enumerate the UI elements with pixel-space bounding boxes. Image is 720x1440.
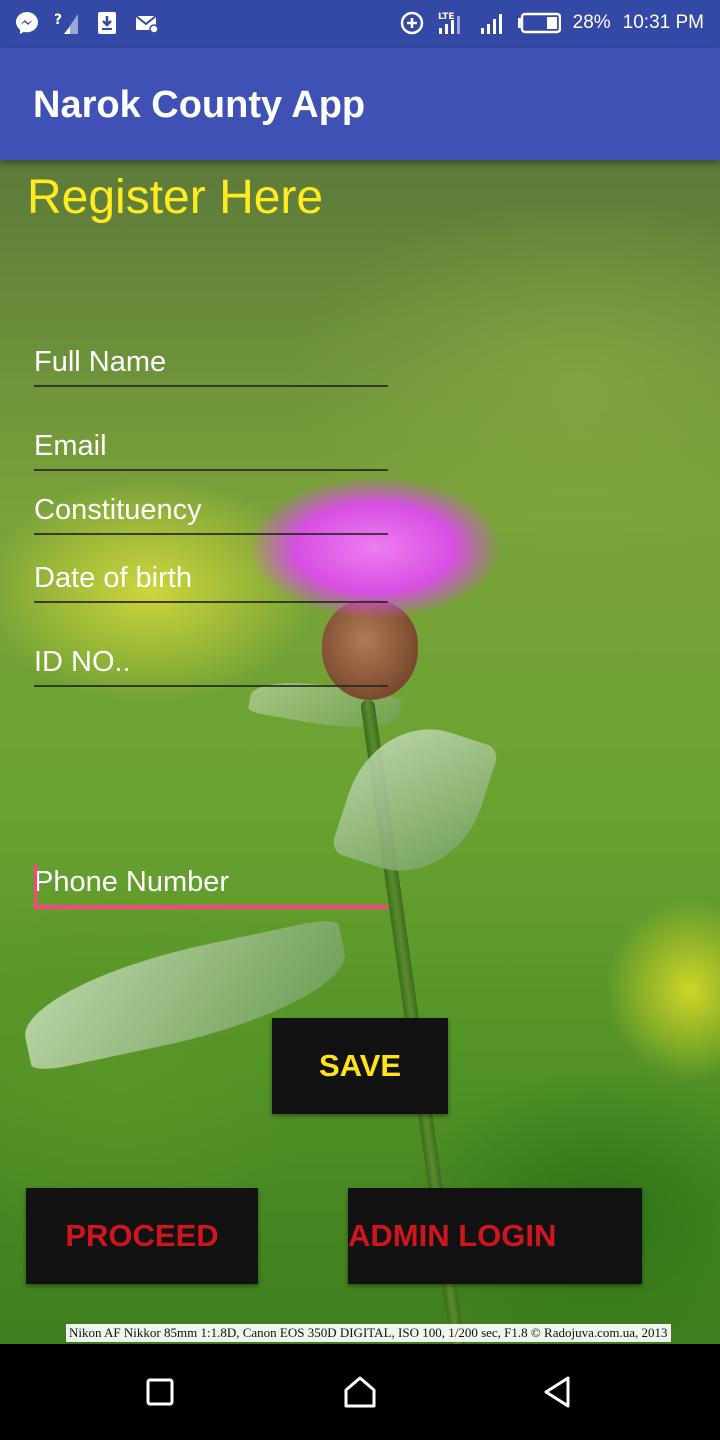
signal-icon	[480, 14, 502, 34]
clock: 10:31 PM	[622, 12, 704, 33]
phone-number-input[interactable]	[34, 866, 388, 905]
full-name-field	[34, 346, 388, 387]
date-of-birth-input[interactable]	[34, 562, 388, 601]
email-field	[34, 430, 388, 471]
recents-square-icon[interactable]	[140, 1372, 180, 1412]
constituency-input[interactable]	[34, 494, 388, 533]
field-underline	[34, 533, 388, 535]
battery-icon	[517, 12, 561, 34]
field-underline	[34, 601, 388, 603]
id-number-input[interactable]	[34, 646, 388, 685]
home-icon[interactable]	[340, 1372, 380, 1412]
constituency-field	[34, 494, 388, 535]
app-title: Narok County App	[33, 84, 366, 126]
photo-credit: Nikon AF Nikkor 85mm 1:1.8D, Canon EOS 3…	[66, 1324, 671, 1342]
wifi-unknown-icon: ?	[54, 12, 78, 34]
field-underline	[34, 685, 388, 687]
register-screen: Register Here SAVE PROCEED ADMIN LOGIN N…	[0, 160, 720, 1344]
proceed-button[interactable]: PROCEED	[26, 1188, 258, 1284]
leaf-shape	[330, 708, 500, 892]
navigation-bar	[0, 1344, 720, 1440]
back-triangle-icon[interactable]	[538, 1372, 578, 1412]
field-underline	[34, 385, 388, 387]
svg-text:?: ?	[54, 12, 62, 28]
app-bar: Narok County App	[0, 48, 720, 160]
field-underline	[34, 469, 388, 471]
battery-percent: 28%	[572, 12, 611, 33]
messenger-icon	[16, 12, 38, 34]
id-number-field	[34, 646, 388, 687]
phone-number-field	[34, 864, 388, 909]
download-icon	[98, 12, 116, 34]
admin-login-button[interactable]: ADMIN LOGIN	[348, 1188, 642, 1284]
status-bar: ? LTE 28% 10:31 PM	[0, 0, 720, 48]
field-underline-focused	[34, 905, 388, 909]
data-saver-icon	[400, 11, 423, 35]
full-name-input[interactable]	[34, 346, 388, 385]
date-of-birth-field	[34, 562, 388, 603]
save-button[interactable]: SAVE	[272, 1018, 448, 1114]
email-input[interactable]	[34, 430, 388, 469]
lte-signal-icon: LTE	[438, 12, 460, 34]
text-cursor	[34, 864, 37, 906]
page-title: Register Here	[27, 171, 324, 224]
status-bar-notifications: ?	[14, 10, 160, 36]
status-bar-system: LTE 28% 10:31 PM	[399, 10, 704, 36]
mail-settings-icon	[135, 15, 159, 34]
